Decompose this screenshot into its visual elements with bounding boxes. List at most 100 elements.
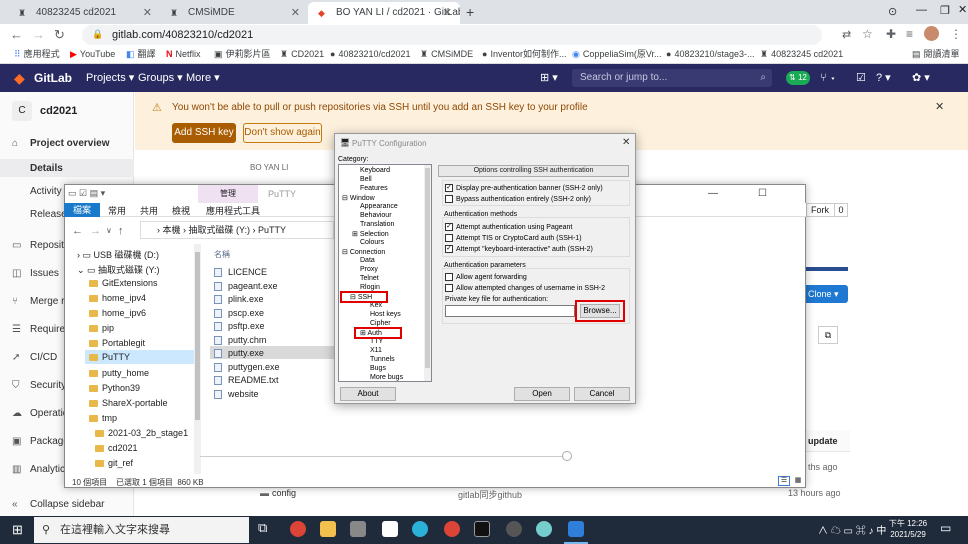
chrome-icon[interactable] — [290, 521, 306, 537]
sidebar-project-overview[interactable]: Project overview — [30, 138, 109, 149]
pageant-checkbox[interactable]: ✓ Attempt authentication using Pageant — [445, 223, 572, 231]
tree-item[interactable]: cd2021 — [95, 443, 138, 453]
copy-icon[interactable]: ⧉ — [818, 326, 838, 344]
clock-time[interactable]: 下午 12:26 — [888, 518, 928, 529]
nav-projects[interactable]: Projects ▾ — [86, 64, 134, 92]
add-ssh-key-button[interactable]: Add SSH key — [172, 123, 236, 143]
star-icon[interactable]: ☆ — [862, 27, 873, 41]
file-item[interactable]: putty.chm — [214, 335, 266, 346]
file-item[interactable]: puttygen.exe — [214, 362, 280, 373]
tree-window[interactable]: ⊟ Window — [342, 194, 375, 202]
tree-appearance[interactable]: Appearance — [360, 203, 398, 210]
tree-item-selected[interactable]: PuTTY — [85, 350, 197, 364]
file-item[interactable]: psftp.exe — [214, 321, 265, 332]
repo-row-commit-msg[interactable]: gitlab同步github — [458, 488, 522, 501]
tree-item[interactable]: ShareX-portable — [89, 398, 168, 408]
close-icon[interactable]: ✕ — [291, 2, 300, 24]
gitlab-logo-icon[interactable]: ◆ — [14, 64, 25, 92]
bookmark-coppelia[interactable]: ◉ CoppeliaSim(原Vr... — [572, 46, 662, 63]
tree-tty[interactable]: TTY — [370, 338, 383, 345]
scroll-thumb[interactable] — [195, 252, 200, 420]
edge-icon[interactable] — [412, 521, 428, 537]
cancel-button[interactable]: Cancel — [574, 387, 630, 401]
tree-item[interactable]: tmp — [89, 413, 117, 423]
tree-bell[interactable]: Bell — [360, 176, 372, 183]
collapse-sidebar-button[interactable]: Collapse sidebar — [30, 499, 105, 510]
column-name[interactable]: 名稱 — [214, 249, 230, 260]
todo-icon[interactable]: ☑ — [856, 64, 866, 92]
tree-rlogin[interactable]: Rlogin — [360, 284, 380, 291]
tree-cipher[interactable]: Cipher — [370, 320, 391, 327]
up-icon[interactable]: ↑ — [118, 225, 124, 237]
tree-item[interactable]: GitExtensions — [89, 278, 158, 288]
keyboard-interactive-checkbox[interactable]: ✓ Attempt "keyboard-interactive" auth (SS… — [445, 245, 593, 253]
plus-icon[interactable]: ⊞ ▾ — [540, 64, 558, 92]
bookmark-stage3[interactable]: ● 40823210/stage3-... — [666, 46, 755, 63]
context-tab-manage[interactable]: 管理 — [198, 185, 258, 203]
lock-icon[interactable]: 🔒 — [92, 29, 103, 40]
file-explorer-icon[interactable] — [320, 521, 336, 537]
ribbon-file-tab[interactable]: 檔案 — [64, 203, 100, 217]
tree-tunnels[interactable]: Tunnels — [370, 356, 395, 363]
tree-telnet[interactable]: Telnet — [360, 275, 379, 282]
translate-icon[interactable]: ⇄ — [842, 28, 851, 41]
ribbon-app-tools-tab[interactable]: 應用程式工具 — [206, 204, 260, 217]
back-icon[interactable]: ← — [10, 27, 23, 42]
app-icon[interactable] — [536, 521, 552, 537]
sidebar-cicd[interactable]: CI/CD — [30, 352, 57, 363]
browser-tab-3[interactable]: ◆ BO YAN LI / cd2021 · GitLab ✕ — [308, 2, 460, 24]
sidebar-details[interactable]: Details — [30, 163, 63, 174]
open-button[interactable]: Open — [514, 387, 570, 401]
tree-data[interactable]: Data — [360, 257, 375, 264]
avatar[interactable] — [924, 26, 939, 41]
project-avatar[interactable]: C — [12, 101, 32, 121]
sidebar-issues[interactable]: Issues — [30, 268, 59, 279]
new-tab-icon[interactable]: + — [466, 4, 474, 20]
file-item[interactable]: plink.exe — [214, 294, 264, 305]
scroll-handle[interactable] — [562, 451, 572, 461]
chrome-icon[interactable] — [444, 521, 460, 537]
browser-tab-2[interactable]: ♜ CMSiMDE ✕ — [160, 2, 308, 24]
tree-keyboard[interactable]: Keyboard — [360, 167, 390, 174]
tiles-view-icon[interactable]: ▦ — [792, 476, 804, 486]
tree-item[interactable]: 2021-03_2b_stage1 — [95, 428, 188, 438]
tree-proxy[interactable]: Proxy — [360, 266, 378, 273]
forward-icon[interactable]: → — [32, 27, 45, 42]
minimize-icon[interactable]: — — [916, 4, 927, 16]
project-name[interactable]: cd2021 — [40, 105, 77, 117]
taskbar-search-input[interactable]: ⚲ 在這裡輸入文字來搜尋 — [34, 517, 249, 543]
menu-icon[interactable]: ⋮ — [950, 27, 962, 41]
tis-checkbox[interactable]: Attempt TIS or CryptoCard auth (SSH-1) — [445, 234, 582, 242]
ribbon-share-tab[interactable]: 共用 — [140, 204, 158, 217]
gitlab-search-input[interactable]: Search or jump to... ⌕ — [572, 69, 772, 87]
putty-taskbar-icon[interactable] — [568, 521, 584, 537]
bookmark-cmsimde[interactable]: ♜ CMSiMDE — [420, 46, 473, 63]
tree-item[interactable]: putty_home — [89, 368, 149, 378]
maximize-icon[interactable]: ❐ — [940, 4, 950, 17]
maximize-icon[interactable]: ☐ — [758, 188, 767, 199]
tree-more-bugs[interactable]: More bugs — [370, 374, 403, 381]
sidebar-activity[interactable]: Activity — [30, 186, 62, 197]
tree-item[interactable]: home_ipv6 — [89, 308, 146, 318]
nav-more[interactable]: More ▾ — [186, 64, 220, 92]
tree-host-keys[interactable]: Host keys — [370, 311, 401, 318]
forward-icon[interactable]: → — [90, 225, 101, 237]
bypass-auth-checkbox[interactable]: Bypass authentication entirely (SSH-2 on… — [445, 195, 591, 203]
close-icon[interactable]: ✕ — [143, 2, 152, 24]
store-icon[interactable] — [382, 521, 398, 537]
clone-button[interactable]: Clone ▾ — [806, 285, 848, 303]
bookmark-translate[interactable]: ◧ 翻譯 — [126, 46, 156, 63]
close-icon[interactable]: ✕ — [622, 137, 630, 148]
explorer-address-bar[interactable]: › 本機 › 抽取式磁碟 (Y:) › PuTTY — [140, 221, 334, 239]
keyfile-input[interactable] — [445, 305, 575, 317]
app-icon[interactable] — [350, 521, 366, 537]
extensions-icon[interactable]: ✚ — [886, 27, 896, 41]
ribbon-view-tab[interactable]: 檢視 — [172, 204, 190, 217]
bookmark-video[interactable]: ▣ 伊莉影片區 — [214, 46, 271, 63]
tree-bugs[interactable]: Bugs — [370, 365, 386, 372]
dismiss-icon[interactable]: ✕ — [935, 100, 944, 113]
bookmark-inventor[interactable]: ● Inventor如何制作... — [482, 46, 566, 63]
ribbon-home-tab[interactable]: 常用 — [108, 204, 126, 217]
notification-icon[interactable]: ▭ — [940, 521, 951, 535]
agent-forwarding-checkbox[interactable]: Allow agent forwarding — [445, 273, 527, 281]
